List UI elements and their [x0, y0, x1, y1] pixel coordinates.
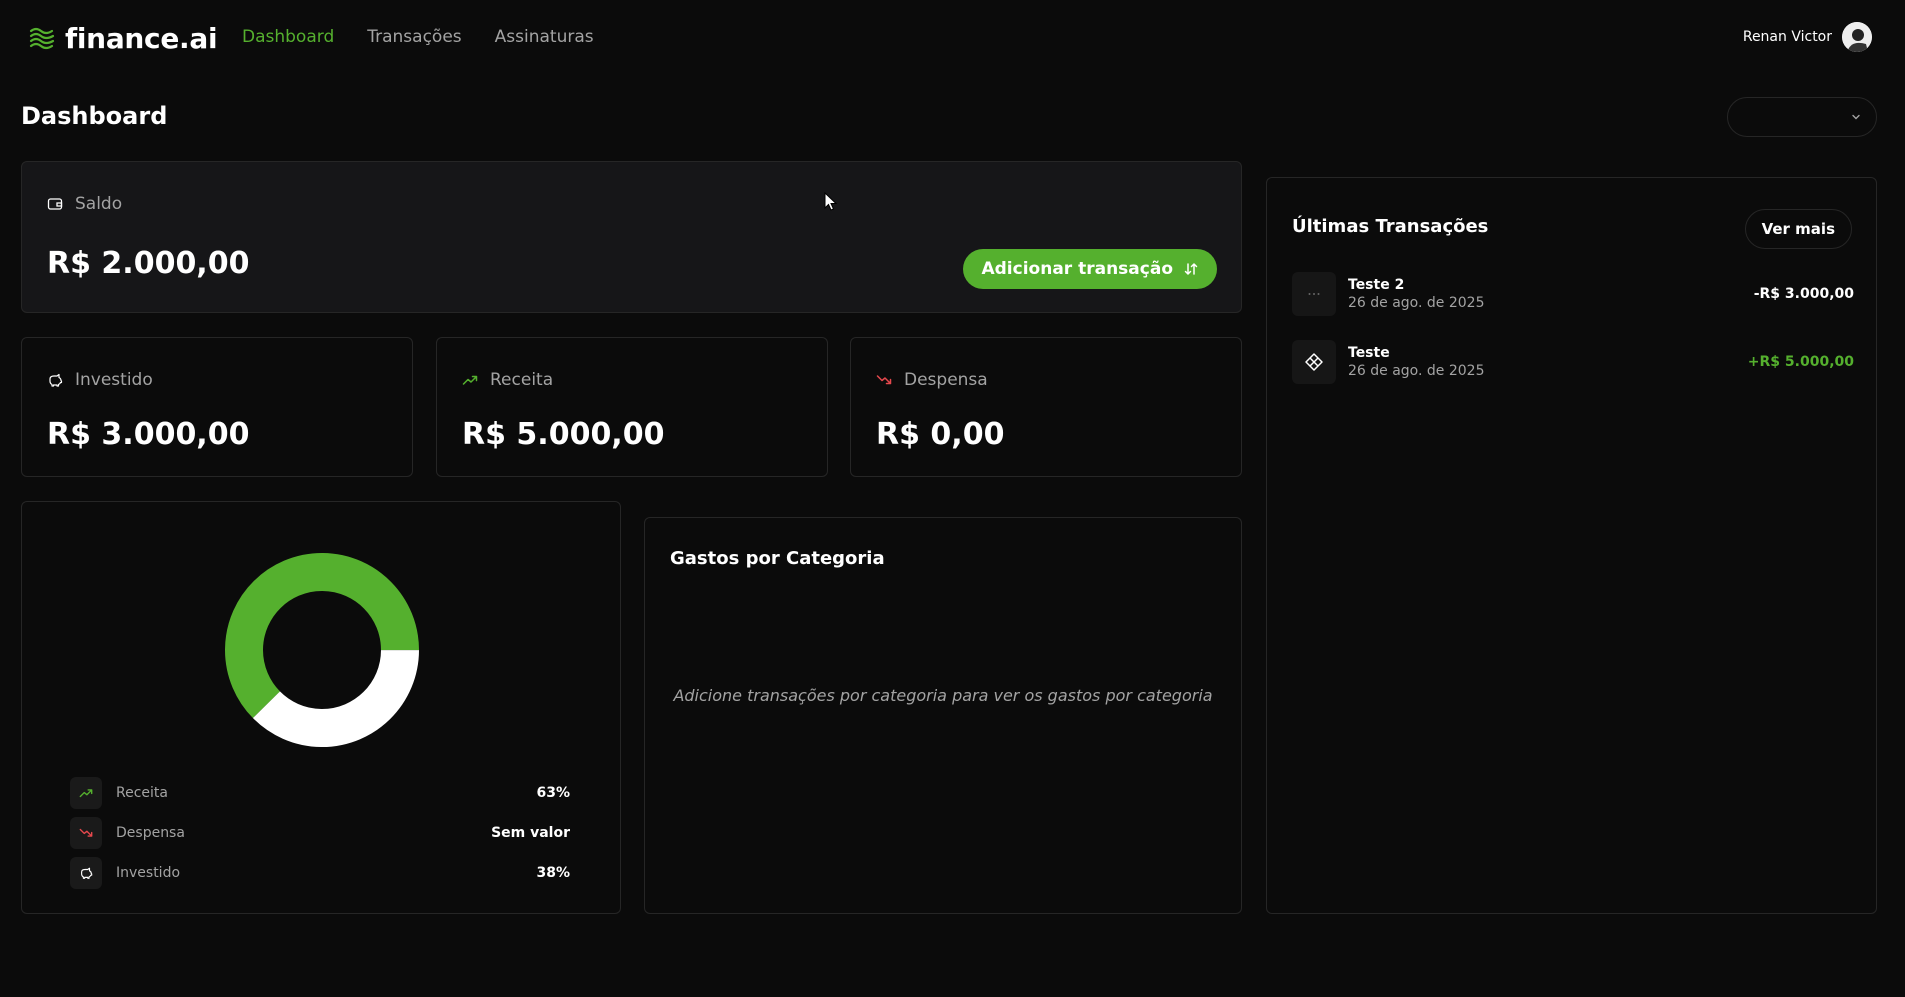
- wallet-icon: [47, 198, 63, 210]
- mouse-cursor-icon: [824, 192, 838, 211]
- investido-card: Investido R$ 3.000,00: [21, 337, 413, 477]
- despensa-card: Despensa R$ 0,00: [850, 337, 1242, 477]
- arrow-up-down-icon: [1184, 263, 1198, 275]
- add-transaction-button[interactable]: Adicionar transação: [963, 249, 1217, 289]
- transaction-icon-box: [1292, 340, 1336, 384]
- transaction-date: 26 de ago. de 2025: [1348, 295, 1485, 311]
- legend-receita-value: 63%: [536, 785, 570, 801]
- page-title: Dashboard: [21, 102, 168, 130]
- avatar-image-icon: [1842, 22, 1872, 52]
- pie-chart-card: Receita 63% Despensa Sem valor Investido…: [21, 501, 621, 914]
- transaction-icon-box: [1292, 272, 1336, 316]
- gastos-por-categoria-card: Gastos por Categoria Adicione transações…: [644, 517, 1242, 914]
- despensa-value: R$ 0,00: [876, 417, 1005, 452]
- trending-down-icon: [876, 375, 892, 385]
- despensa-label-row: Despensa: [876, 370, 988, 390]
- main-nav: Dashboard Transações Assinaturas: [242, 27, 594, 47]
- transaction-date: 26 de ago. de 2025: [1348, 363, 1485, 379]
- transaction-info: Teste 2 26 de ago. de 2025: [1348, 277, 1754, 311]
- receita-value: R$ 5.000,00: [462, 417, 665, 452]
- logo-text: finance.ai: [65, 22, 218, 55]
- ultimas-transacoes-card: Últimas Transações Ver mais Teste 2 26 d…: [1266, 177, 1877, 914]
- donut-chart: [225, 553, 419, 747]
- transaction-row[interactable]: Teste 26 de ago. de 2025 +R$ 5.000,00: [1292, 340, 1854, 384]
- nav-assinaturas[interactable]: Assinaturas: [495, 27, 594, 47]
- saldo-value: R$ 2.000,00: [47, 246, 250, 281]
- nav-transacoes[interactable]: Transações: [367, 27, 461, 47]
- legend-receita-label: Receita: [116, 785, 168, 801]
- saldo-label-row: Saldo: [47, 194, 122, 214]
- avatar[interactable]: [1842, 22, 1872, 52]
- transaction-name: Teste: [1348, 345, 1390, 361]
- investido-label: Investido: [75, 370, 153, 390]
- month-select[interactable]: [1727, 97, 1877, 137]
- receita-card: Receita R$ 5.000,00: [436, 337, 828, 477]
- legend-receita: Receita 63%: [70, 777, 570, 809]
- legend-investido-label: Investido: [116, 865, 181, 881]
- ultimas-title: Últimas Transações: [1292, 216, 1489, 237]
- user-menu[interactable]: Renan Victor: [1743, 22, 1872, 52]
- piggy-bank-icon: [81, 867, 93, 879]
- ver-mais-button[interactable]: Ver mais: [1744, 209, 1852, 249]
- despensa-label: Despensa: [904, 370, 988, 390]
- legend-despensa-value: Sem valor: [491, 825, 570, 841]
- transaction-row[interactable]: Teste 2 26 de ago. de 2025 -R$ 3.000,00: [1292, 272, 1854, 316]
- receita-label-row: Receita: [462, 370, 553, 390]
- nav-dashboard[interactable]: Dashboard: [242, 27, 334, 47]
- piggy-bank-icon: [49, 373, 63, 387]
- legend-investido-value: 38%: [536, 865, 570, 881]
- legend-despensa: Despensa Sem valor: [70, 817, 570, 849]
- transaction-amount: +R$ 5.000,00: [1747, 354, 1854, 370]
- legend-despensa-icon-box: [70, 817, 102, 849]
- app-logo[interactable]: finance.ai: [28, 22, 218, 55]
- transaction-info: Teste 26 de ago. de 2025: [1348, 345, 1748, 379]
- legend-despensa-label: Despensa: [116, 825, 185, 841]
- add-transaction-label: Adicionar transação: [981, 259, 1173, 279]
- receita-label: Receita: [490, 370, 554, 390]
- saldo-label: Saldo: [75, 194, 123, 214]
- transaction-name: Teste 2: [1348, 277, 1405, 293]
- trending-up-icon: [462, 375, 478, 385]
- investido-label-row: Investido: [47, 370, 153, 390]
- gastos-empty-message: Adicione transações por categoria para v…: [673, 686, 1213, 705]
- investido-value: R$ 3.000,00: [47, 417, 250, 452]
- legend-receita-icon-box: [70, 777, 102, 809]
- legend-investido-icon-box: [70, 857, 102, 889]
- logo-icon: [29, 27, 55, 49]
- trending-up-icon: [79, 789, 93, 798]
- chevron-down-icon: [1852, 114, 1860, 120]
- pix-icon: [1305, 353, 1323, 371]
- gastos-title: Gastos por Categoria: [670, 548, 885, 569]
- dots-icon: [1308, 293, 1320, 295]
- user-name: Renan Victor: [1742, 29, 1832, 45]
- legend-investido: Investido 38%: [70, 857, 570, 889]
- transaction-amount: -R$ 3.000,00: [1753, 286, 1854, 302]
- saldo-card: Saldo R$ 2.000,00 Adicionar transação: [21, 161, 1242, 313]
- trending-down-icon: [79, 828, 93, 837]
